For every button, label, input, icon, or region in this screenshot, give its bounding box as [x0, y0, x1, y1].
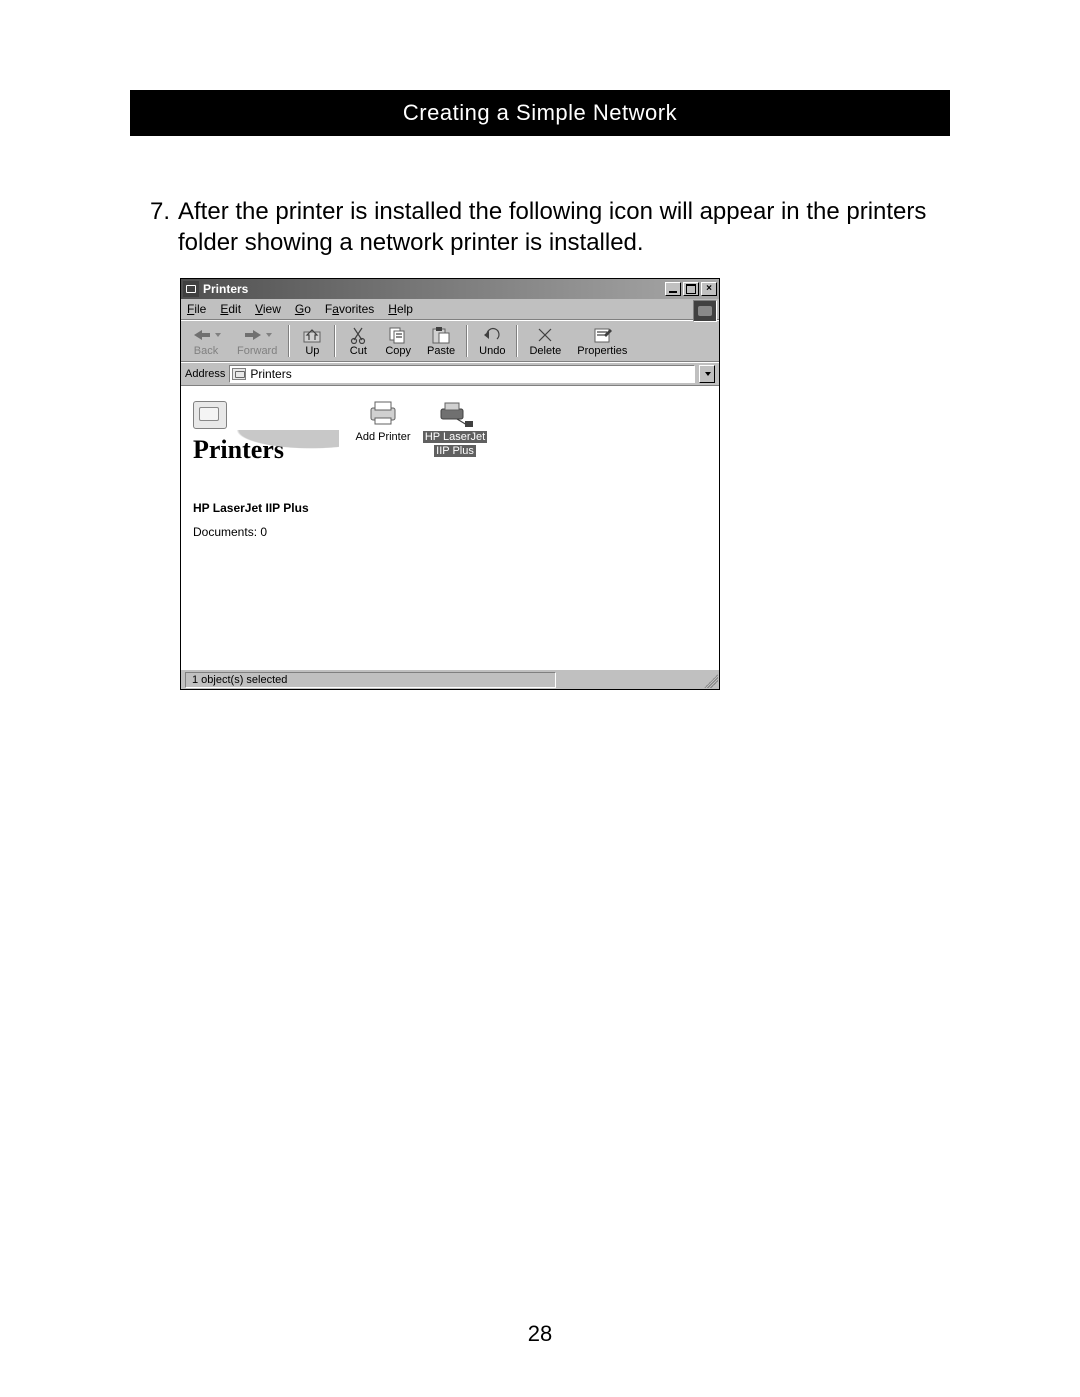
cut-icon	[347, 326, 369, 344]
menu-favorites[interactable]: Favorites	[325, 302, 374, 316]
toolbar: Back Forward Up	[181, 320, 719, 362]
back-icon	[191, 326, 213, 344]
address-bar: Address Printers	[181, 362, 719, 386]
address-dropdown[interactable]	[699, 365, 715, 383]
window-title: Printers	[203, 282, 248, 296]
network-printer-item[interactable]: HP LaserJet IIP Plus	[417, 397, 493, 457]
address-label: Address	[185, 368, 225, 380]
title-bar[interactable]: Printers ×	[181, 279, 719, 299]
copy-button[interactable]: Copy	[377, 322, 419, 360]
decorative-curve	[181, 430, 339, 460]
maximize-button[interactable]	[683, 282, 699, 296]
delete-button[interactable]: Delete	[521, 322, 569, 360]
step-text: After the printer is installed the follo…	[178, 196, 944, 258]
paste-button[interactable]: Paste	[419, 322, 463, 360]
up-button[interactable]: Up	[293, 322, 331, 360]
window-icon	[183, 281, 199, 297]
delete-icon	[534, 326, 556, 344]
printers-folder-icon	[193, 401, 227, 429]
selected-printer-name: HP LaserJet IIP Plus	[193, 501, 329, 515]
minimize-button[interactable]	[665, 282, 681, 296]
paste-icon	[430, 326, 452, 344]
undo-icon	[481, 326, 503, 344]
menu-file[interactable]: File	[187, 302, 206, 316]
throbber-icon	[693, 300, 717, 322]
close-button[interactable]: ×	[701, 282, 717, 296]
network-printer-label-line2: IIP Plus	[434, 445, 476, 457]
cut-button[interactable]: Cut	[339, 322, 377, 360]
copy-icon	[387, 326, 409, 344]
chapter-header: Creating a Simple Network	[130, 90, 950, 136]
status-bar: 1 object(s) selected	[181, 669, 719, 689]
menu-go[interactable]: Go	[295, 302, 311, 316]
add-printer-item[interactable]: Add Printer	[345, 397, 421, 443]
menu-view[interactable]: View	[255, 302, 281, 316]
up-icon	[301, 326, 323, 344]
page-number: 28	[0, 1321, 1080, 1347]
back-button[interactable]: Back	[183, 322, 229, 360]
properties-button[interactable]: Properties	[569, 322, 635, 360]
menu-bar: File Edit View Go Favorites Help	[181, 299, 719, 320]
network-printer-icon	[437, 397, 473, 429]
instruction-step: 7. After the printer is installed the fo…	[136, 196, 944, 258]
resize-grip[interactable]	[704, 674, 718, 688]
icon-pane[interactable]: Add Printer HP LaserJet IIP Plus	[339, 387, 719, 669]
document-count: Documents: 0	[193, 525, 329, 539]
add-printer-icon	[365, 397, 401, 429]
address-field[interactable]: Printers	[229, 365, 695, 383]
forward-button[interactable]: Forward	[229, 322, 285, 360]
forward-icon	[242, 326, 264, 344]
side-panel: Printers HP LaserJet IIP Plus Documents:…	[181, 387, 339, 669]
content-area: Printers HP LaserJet IIP Plus Documents:…	[181, 386, 719, 669]
step-number: 7.	[136, 196, 178, 258]
address-icon	[232, 368, 246, 380]
menu-edit[interactable]: Edit	[220, 302, 241, 316]
undo-button[interactable]: Undo	[471, 322, 513, 360]
properties-icon	[591, 326, 613, 344]
page: Creating a Simple Network 7. After the p…	[0, 0, 1080, 1397]
printers-window: Printers × File Edit View Go Favorites H…	[180, 278, 720, 690]
add-printer-label: Add Printer	[355, 431, 410, 443]
status-text: 1 object(s) selected	[185, 672, 556, 688]
menu-help[interactable]: Help	[388, 302, 413, 316]
network-printer-label-line1: HP LaserJet	[423, 431, 487, 443]
address-value: Printers	[250, 367, 291, 381]
